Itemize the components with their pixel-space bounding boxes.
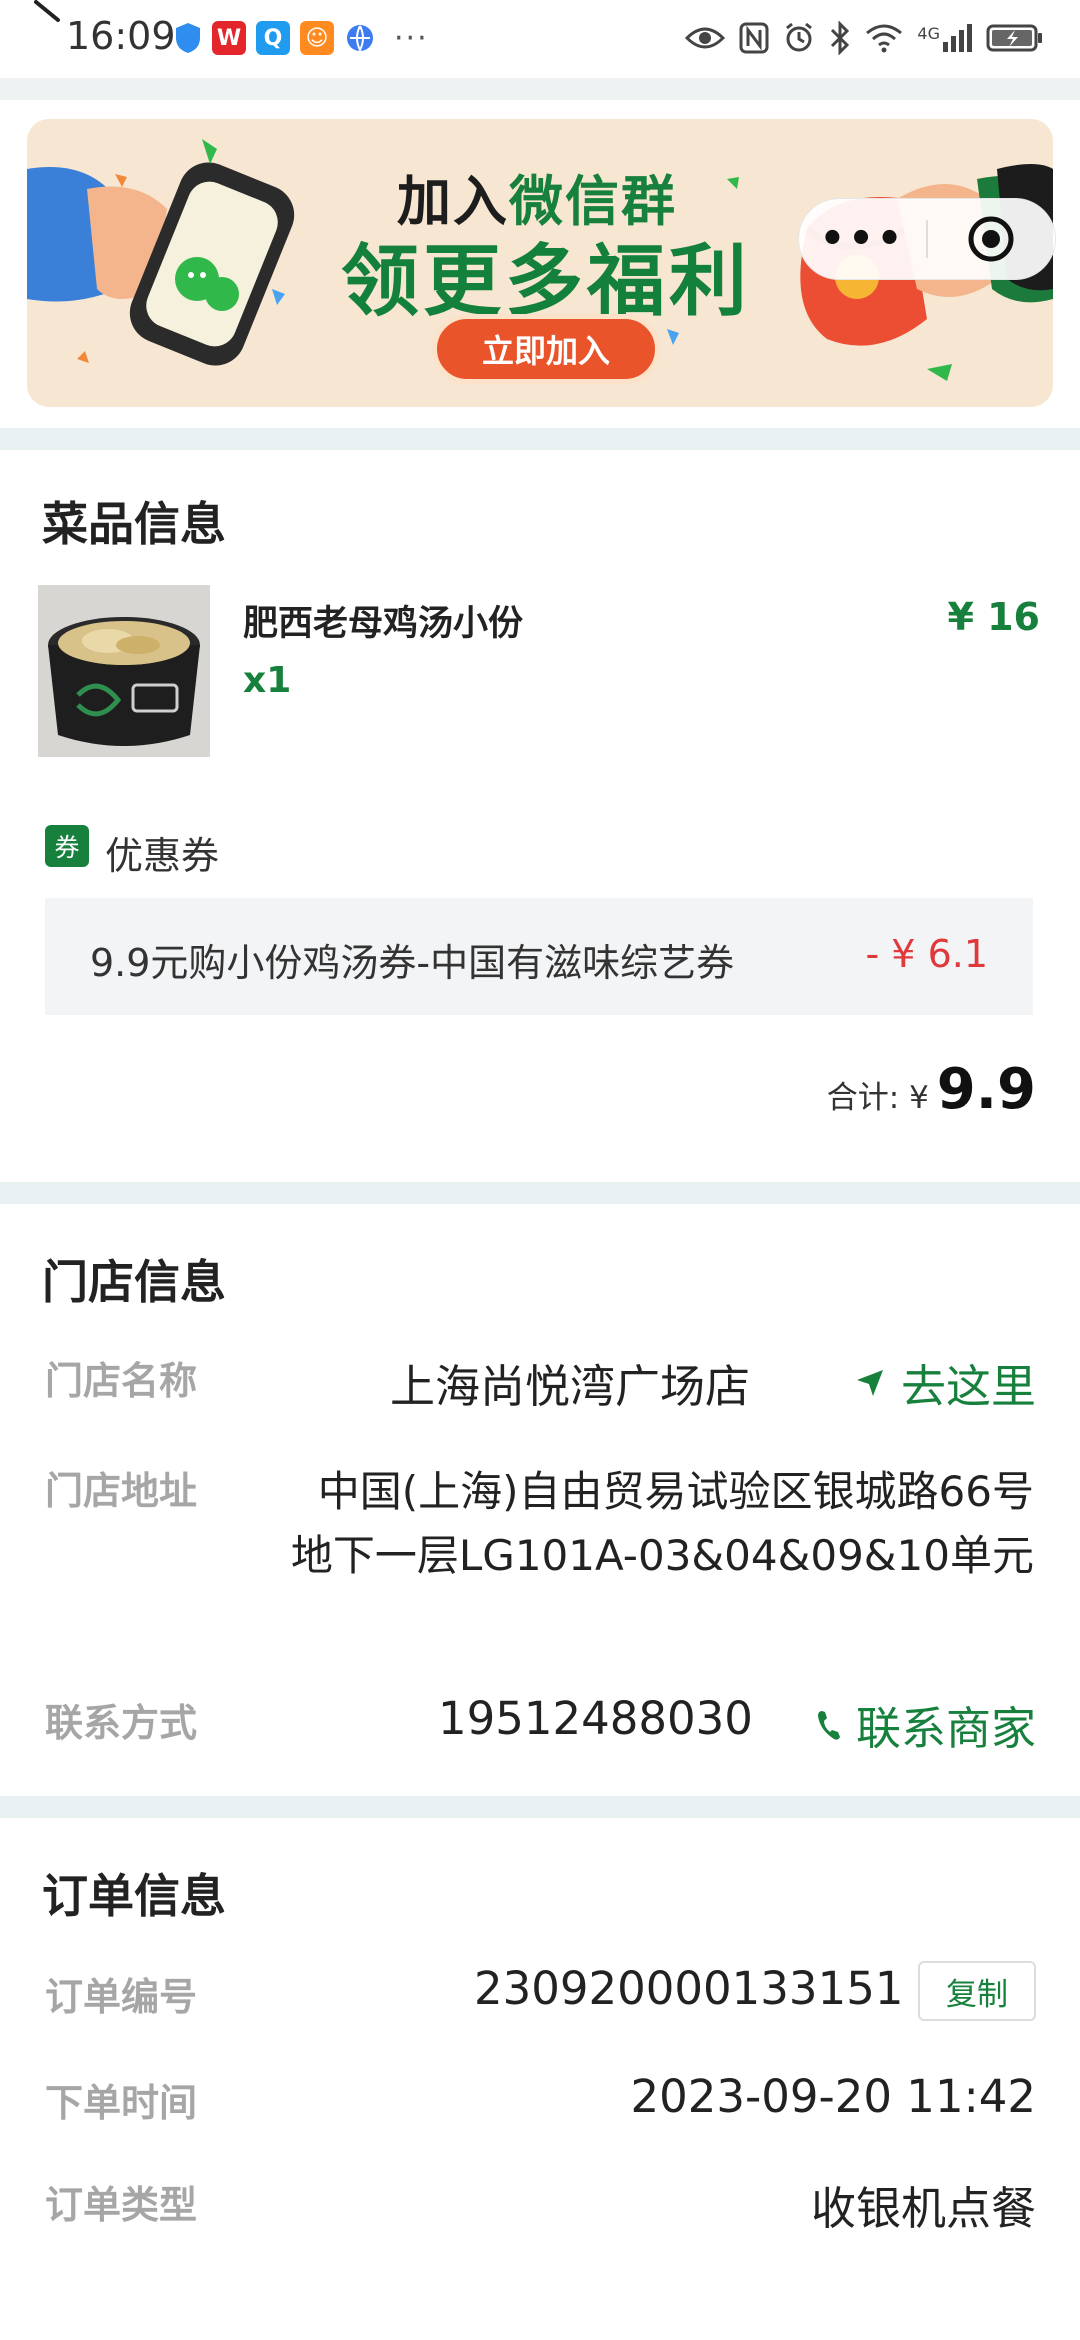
search-app-icon: Q: [256, 21, 290, 55]
order-total: 合计: ¥ 9.9: [827, 1057, 1036, 1122]
target-icon: [968, 216, 1014, 262]
status-time: 16:09: [66, 14, 176, 58]
dish-name: 肥西老母鸡汤小份: [243, 604, 524, 644]
store-name: 上海尚悦湾广场店: [390, 1360, 751, 1413]
coupon-row: 9.9元购小份鸡汤券-中国有滋味综艺券 - ¥ 6.1: [45, 898, 1033, 1015]
more-notifications-icon: ···: [394, 20, 429, 56]
join-now-button[interactable]: 立即加入: [432, 314, 660, 384]
coupon-name: 9.9元购小份鸡汤券-中国有滋味综艺券: [90, 941, 735, 985]
order-number-label: 订单编号: [45, 1975, 198, 2019]
dish-section-title: 菜品信息: [42, 497, 226, 551]
wps-icon: W: [212, 21, 246, 55]
order-type-label: 订单类型: [45, 2183, 198, 2227]
taobao-icon: ☺: [300, 21, 334, 55]
dish-image: [38, 585, 210, 757]
store-address-label: 门店地址: [45, 1469, 198, 1513]
contact-label: 联系方式: [45, 1701, 198, 1745]
total-value: 9.9: [936, 1057, 1036, 1122]
close-miniprogram-button[interactable]: [928, 214, 1055, 264]
miniprogram-capsule: •••: [798, 198, 1056, 280]
divider-strip: [0, 78, 1080, 100]
coupon-discount: - ¥ 6.1: [865, 932, 988, 976]
dish-price: ¥ 16: [947, 595, 1040, 639]
store-address: 中国(上海)自由贸易试验区银城路66号地下一层LG101A-03&04&09&1…: [290, 1467, 1034, 1580]
copy-order-number-button[interactable]: 复制: [918, 1961, 1036, 2021]
more-menu-button[interactable]: •••: [799, 216, 926, 262]
navigate-label: 去这里: [900, 1360, 1036, 1413]
system-icons: 4G: [685, 16, 1044, 60]
store-section-title: 门店信息: [42, 1255, 226, 1309]
chicken-soup-image: [38, 585, 210, 757]
battery-charging-icon: [986, 24, 1042, 52]
signal-icon: 4G: [917, 24, 972, 52]
alarm-icon: [786, 22, 813, 52]
coupon-label: 优惠券: [105, 834, 220, 878]
bluetooth-icon: [831, 21, 850, 55]
notification-icons: W Q ☺ ···: [174, 18, 429, 58]
order-section-title: 订单信息: [42, 1869, 226, 1923]
banner-container: 加入微信群 领更多福利 立即加入 •••: [0, 100, 1080, 428]
navigation-arrow-icon: [856, 1369, 883, 1396]
back-arrow-icon[interactable]: [30, 0, 70, 30]
wifi-icon: [866, 24, 903, 53]
order-type: 收银机点餐: [810, 2182, 1036, 2235]
network-type-label: 4G: [917, 24, 940, 43]
order-time-label: 下单时间: [45, 2081, 198, 2125]
store-info-section: 门店信息 门店名称 上海尚悦湾广场店 去这里 门店地址 中国(上海)自由贸易试验…: [0, 1204, 1080, 1796]
dish-info-section: 菜品信息 肥西老母鸡汤小份 x1 ¥ 16 券 优惠券 9.9元购小份鸡汤券-中…: [0, 450, 1080, 1182]
navigate-button[interactable]: 去这里: [853, 1350, 1036, 1415]
store-name-label: 门店名称: [45, 1359, 198, 1403]
status-bar: 16:09 W Q ☺ ··· 4G: [0, 0, 1080, 78]
coupon-badge: 券: [45, 825, 89, 867]
store-phone: 19512488030: [438, 1692, 753, 1745]
order-number: 230920000133151: [474, 1962, 904, 2015]
contact-merchant-label: 联系商家: [855, 1702, 1036, 1755]
total-label: 合计: ¥: [826, 1080, 929, 1116]
shield-icon: [176, 23, 200, 53]
contact-merchant-button[interactable]: 联系商家: [816, 1692, 1036, 1757]
browser-icon: [347, 25, 373, 53]
nfc-icon: [739, 22, 769, 54]
phone-icon: [817, 1710, 840, 1740]
dish-quantity: x1: [243, 660, 292, 701]
order-info-section: 订单信息 订单编号 230920000133151 复制 下单时间 2023-0…: [0, 1818, 1080, 2340]
order-time: 2023-09-20 11:42: [630, 2070, 1036, 2123]
eye-icon: [685, 27, 726, 49]
